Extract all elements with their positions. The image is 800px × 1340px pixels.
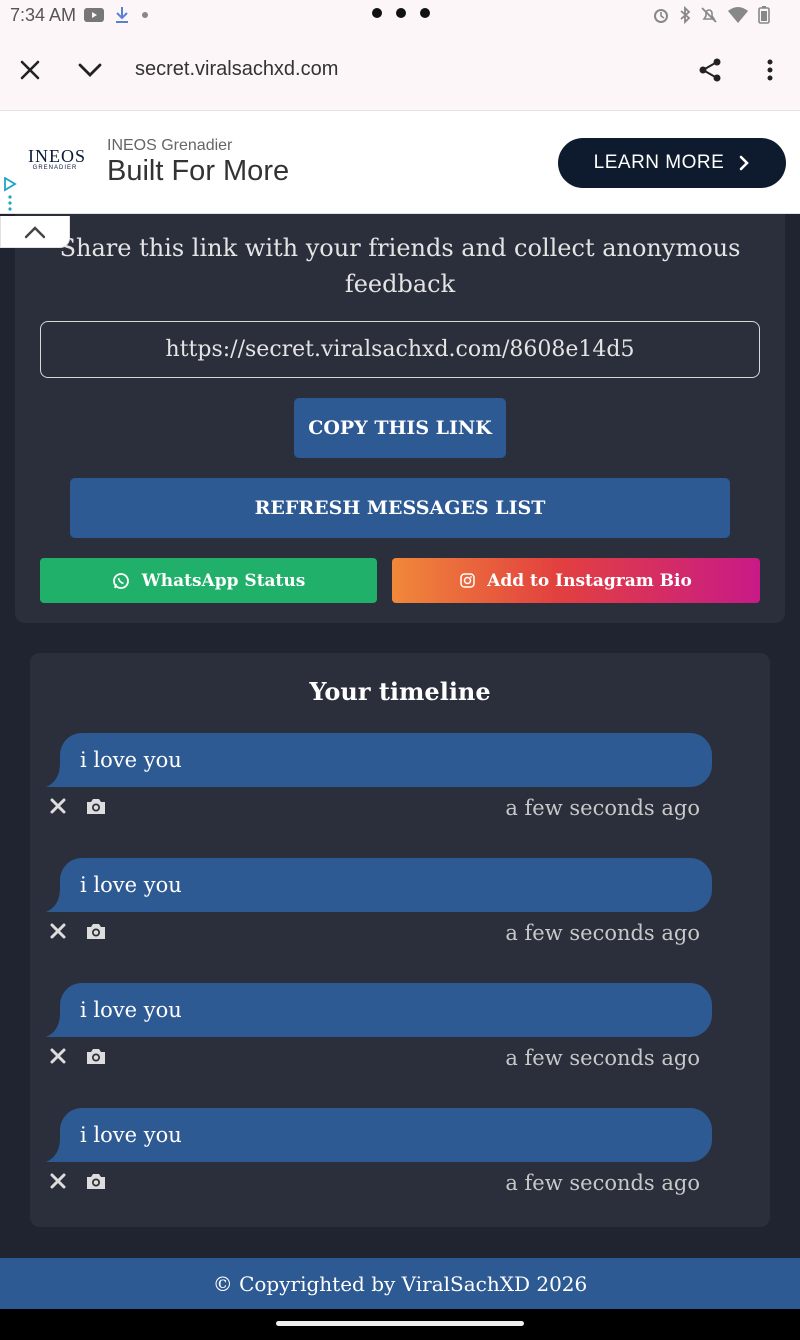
share-card: Share this link with your friends and co… xyxy=(15,200,785,623)
message-item: i love you a few seconds ago xyxy=(30,858,770,958)
message-actions xyxy=(50,922,106,940)
ad-logo: INEOS GRENADIER xyxy=(28,146,86,171)
camera-icon[interactable] xyxy=(86,1172,106,1190)
learn-more-button[interactable]: LEARN MORE xyxy=(558,138,786,188)
message-bubble: i love you xyxy=(60,983,712,1037)
chevron-down-icon xyxy=(78,63,102,77)
collapse-ad-button[interactable] xyxy=(0,216,70,248)
timeline-card: Your timeline i love you a few seconds a… xyxy=(30,653,770,1227)
alarm-icon xyxy=(654,9,668,23)
message-bubble: i love you xyxy=(60,1108,712,1162)
status-right-icons xyxy=(652,6,770,24)
footer: © Copyrighted by ViralSachXD 2026 xyxy=(0,1258,800,1309)
message-time: a few seconds ago xyxy=(505,1171,700,1195)
more-vert-icon xyxy=(767,59,773,81)
camera-icon[interactable] xyxy=(86,1047,106,1065)
minimize-button[interactable] xyxy=(74,54,106,86)
home-indicator[interactable] xyxy=(276,1321,524,1326)
message-item: i love you a few seconds ago xyxy=(30,1108,770,1208)
ad-headline: Built For More xyxy=(107,155,290,187)
instagram-bio-button[interactable]: Add to Instagram Bio xyxy=(392,558,760,603)
chevron-right-icon xyxy=(740,155,750,171)
message-actions xyxy=(50,797,106,815)
close-tab-button[interactable] xyxy=(14,54,46,86)
message-time: a few seconds ago xyxy=(505,921,700,945)
close-icon xyxy=(20,60,40,80)
youtube-icon xyxy=(84,8,104,22)
camera-icon[interactable] xyxy=(86,922,106,940)
instagram-bio-label: Add to Instagram Bio xyxy=(487,570,692,591)
share-link-field[interactable]: https://secret.viralsachxd.com/8608e14d5 xyxy=(40,321,760,378)
whatsapp-status-button[interactable]: WhatsApp Status xyxy=(40,558,377,603)
chevron-up-icon xyxy=(24,225,46,238)
mute-icon xyxy=(701,7,717,23)
ad-choices-icon[interactable] xyxy=(2,176,18,216)
dot-icon xyxy=(142,12,148,18)
message-bubble: i love you xyxy=(60,858,712,912)
message-time: a few seconds ago xyxy=(505,796,700,820)
message-item: i love you a few seconds ago xyxy=(30,733,770,833)
download-icon xyxy=(116,7,128,23)
delete-icon[interactable] xyxy=(50,798,66,814)
refresh-messages-button[interactable]: REFRESH MESSAGES LIST xyxy=(70,478,730,538)
copy-link-button[interactable]: COPY THIS LINK xyxy=(294,398,506,458)
share-button[interactable] xyxy=(694,54,726,86)
delete-icon[interactable] xyxy=(50,923,66,939)
camera-icon[interactable] xyxy=(86,797,106,815)
delete-icon[interactable] xyxy=(50,1173,66,1189)
more-options-button[interactable] xyxy=(754,54,786,86)
bluetooth-icon xyxy=(680,6,691,24)
learn-more-label: LEARN MORE xyxy=(593,152,725,173)
message-item: i love you a few seconds ago xyxy=(30,983,770,1083)
system-nav-bar xyxy=(0,1309,800,1340)
share-heading: Share this link with your friends and co… xyxy=(59,234,741,298)
message-bubble: i love you xyxy=(60,733,712,787)
whatsapp-status-label: WhatsApp Status xyxy=(141,570,306,591)
url-text[interactable]: secret.viralsachxd.com xyxy=(135,58,338,81)
battery-icon xyxy=(758,6,770,24)
delete-icon[interactable] xyxy=(50,1048,66,1064)
timeline-title: Your timeline xyxy=(309,677,491,706)
message-actions xyxy=(50,1047,106,1065)
ad-banner[interactable]: INEOS GRENADIER INEOS Grenadier Built Fo… xyxy=(0,110,800,214)
instagram-icon xyxy=(460,573,475,588)
whatsapp-icon xyxy=(112,572,129,589)
status-bar: 7:34 AM xyxy=(0,0,800,30)
message-actions xyxy=(50,1172,106,1190)
browser-bar: secret.viralsachxd.com xyxy=(0,30,800,110)
status-left-icons xyxy=(84,6,150,24)
wifi-icon xyxy=(728,7,748,23)
message-time: a few seconds ago xyxy=(505,1046,700,1070)
share-icon xyxy=(699,58,721,82)
camera-cutout-dots xyxy=(372,8,430,18)
ad-brand: INEOS Grenadier xyxy=(107,137,233,154)
status-time: 7:34 AM xyxy=(10,5,77,25)
